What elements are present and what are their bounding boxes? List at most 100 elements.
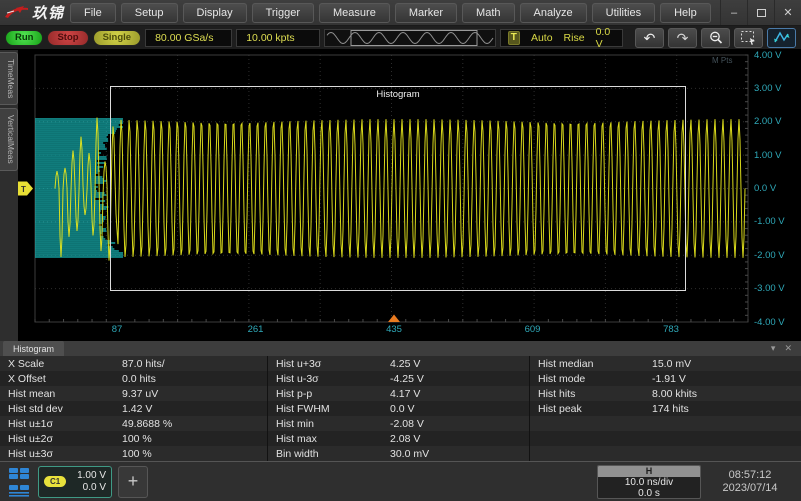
preview-shape xyxy=(327,32,493,43)
result-label: Hist max xyxy=(268,433,390,445)
minimize-icon: – xyxy=(731,7,737,19)
result-row[interactable]: Hist u±2σ100 % xyxy=(0,431,267,446)
result-row[interactable]: Hist mean9.37 uV xyxy=(0,386,267,401)
menu-item[interactable]: Utilities xyxy=(592,3,655,23)
sample-rate-display[interactable]: 80.00 GSa/s xyxy=(145,29,232,47)
horizontal-settings-card[interactable]: H 10.0 ns/div 0.0 s xyxy=(597,465,701,499)
channel-1-offset: 0.0 V xyxy=(70,482,106,494)
histogram-trace xyxy=(35,166,103,167)
result-row[interactable]: Hist u±1σ49.8688 % xyxy=(0,416,267,431)
histogram-gate-box[interactable]: Histogram xyxy=(110,86,686,291)
menu-item[interactable]: Help xyxy=(660,3,711,23)
zoom-out-button[interactable] xyxy=(701,28,730,48)
result-row[interactable]: Hist u±3σ100 % xyxy=(0,446,267,461)
menu-bar: 玖锦 FileSetupDisplayTriggerMeasureMarkerM… xyxy=(0,0,801,26)
y-axis-label: 1.00 V xyxy=(754,150,800,161)
status-bar: C1 1.00 V 0.0 V + H 10.0 ns/div 0.0 s 08… xyxy=(0,461,801,501)
result-row[interactable]: Hist peak174 hits xyxy=(530,401,801,416)
histogram-trace xyxy=(35,182,104,183)
run-button[interactable]: Run xyxy=(5,30,43,46)
autoscale-button[interactable] xyxy=(767,28,796,48)
result-value: 4.17 V xyxy=(390,388,529,400)
menu-items: FileSetupDisplayTriggerMeasureMarkerMath… xyxy=(70,3,720,23)
menu-item[interactable]: Math xyxy=(462,3,514,23)
result-row[interactable]: Hist median15.0 mV xyxy=(530,356,801,371)
result-row[interactable]: Hist FWHM0.0 V xyxy=(268,401,529,416)
delay-marker xyxy=(388,315,400,323)
result-value: 4.25 V xyxy=(390,358,529,370)
menu-item[interactable]: Trigger xyxy=(252,3,314,23)
trigger-level: 0.0 V xyxy=(596,26,615,50)
close-panel-icon[interactable]: ✕ xyxy=(784,343,792,354)
channel-1-card[interactable]: C1 1.00 V 0.0 V xyxy=(38,466,112,498)
maximize-button[interactable] xyxy=(747,0,774,25)
redo-button[interactable]: ↷ xyxy=(668,28,697,48)
result-label: Hist mean xyxy=(0,388,122,400)
add-channel-button[interactable]: + xyxy=(118,466,148,498)
plot-region: TimeMeas VerticalMeas T Histogram M Pts 4… xyxy=(0,50,801,341)
sidebar-tab[interactable]: VerticalMeas xyxy=(0,108,18,171)
histogram-trace xyxy=(35,160,97,161)
result-value: -4.25 V xyxy=(390,373,529,385)
waveform-display[interactable]: T Histogram M Pts 4.00 V3.00 V2.00 V1.00… xyxy=(18,50,801,341)
grid-view-icon xyxy=(8,467,30,480)
layout-list-button[interactable] xyxy=(6,483,32,498)
results-tab-histogram[interactable]: Histogram xyxy=(3,341,64,356)
result-value: 174 hits xyxy=(652,403,801,415)
undo-button[interactable]: ↶ xyxy=(635,28,664,48)
menu-item[interactable]: Marker xyxy=(395,3,457,23)
zoom-select-button[interactable] xyxy=(734,28,763,48)
result-row[interactable] xyxy=(530,431,801,446)
menu-item[interactable]: Measure xyxy=(319,3,390,23)
result-row[interactable]: Hist u+3σ4.25 V xyxy=(268,356,529,371)
result-label: X Scale xyxy=(0,358,122,370)
result-row[interactable] xyxy=(530,416,801,431)
result-label: Hist u±3σ xyxy=(0,448,122,460)
close-button[interactable]: ✕ xyxy=(774,0,801,25)
result-row[interactable]: Hist mode-1.91 V xyxy=(530,371,801,386)
minimize-button[interactable]: – xyxy=(720,0,747,25)
undo-icon: ↶ xyxy=(644,31,656,45)
result-row[interactable]: Hist p-p4.17 V xyxy=(268,386,529,401)
result-row[interactable]: Bin width30.0 mV xyxy=(268,446,529,461)
result-row[interactable]: Hist hits8.00 khits xyxy=(530,386,801,401)
sidebar-tab[interactable]: TimeMeas xyxy=(0,52,18,105)
menu-item[interactable]: Display xyxy=(183,3,247,23)
histogram-trace xyxy=(35,244,108,245)
result-label: Hist mode xyxy=(530,373,652,385)
result-value: -2.08 V xyxy=(390,418,529,430)
result-label: Hist peak xyxy=(530,403,652,415)
histogram-trace xyxy=(35,212,99,213)
result-label: Hist min xyxy=(268,418,390,430)
menu-item[interactable]: Setup xyxy=(121,3,178,23)
result-value: 0.0 hits xyxy=(122,373,267,385)
result-row[interactable]: Hist u-3σ-4.25 V xyxy=(268,371,529,386)
result-value: -1.91 V xyxy=(652,373,801,385)
result-row[interactable]: Hist min-2.08 V xyxy=(268,416,529,431)
single-button[interactable]: Single xyxy=(93,30,142,46)
result-row[interactable]: X Scale87.0 hits/ xyxy=(0,356,267,371)
histogram-trace xyxy=(35,198,95,199)
stop-button[interactable]: Stop xyxy=(47,30,88,46)
result-row[interactable]: Hist std dev1.42 V xyxy=(0,401,267,416)
waveform-preview[interactable] xyxy=(324,29,496,47)
histogram-trace xyxy=(35,178,104,179)
histogram-trace xyxy=(35,230,106,231)
collapse-panel-icon[interactable]: ▾ xyxy=(771,343,776,354)
result-row[interactable] xyxy=(530,446,801,461)
record-length-display[interactable]: 10.00 kpts xyxy=(236,29,319,47)
histogram-trace xyxy=(35,150,98,151)
result-row[interactable]: X Offset0.0 hits xyxy=(0,371,267,386)
menu-item[interactable]: Analyze xyxy=(520,3,587,23)
result-row[interactable]: Hist max2.08 V xyxy=(268,431,529,446)
trigger-icon: T xyxy=(508,31,520,45)
app-logo: 玖锦 xyxy=(0,2,70,23)
result-label: Hist std dev xyxy=(0,403,122,415)
histogram-trace xyxy=(35,124,119,125)
trigger-status[interactable]: T Auto Rise 0.0 V xyxy=(500,29,623,47)
menu-item[interactable]: File xyxy=(70,3,116,23)
acquisition-toolbar: Run Stop Single 80.00 GSa/s 10.00 kpts T… xyxy=(0,26,801,50)
layout-grid-button[interactable] xyxy=(6,466,32,481)
trigger-slope: Rise xyxy=(564,32,585,44)
add-icon: + xyxy=(128,471,139,492)
